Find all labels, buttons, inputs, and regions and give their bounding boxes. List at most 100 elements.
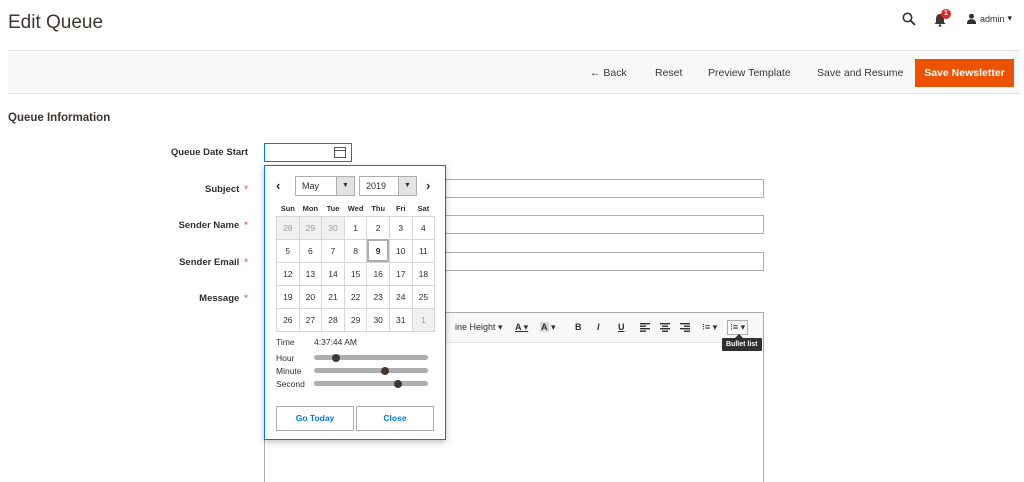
second-slider[interactable] (314, 379, 428, 388)
reset-button[interactable]: Reset (655, 51, 682, 95)
calendar-day[interactable]: 19 (276, 284, 300, 309)
calendar-day[interactable]: 30 (366, 307, 390, 332)
calendar-day[interactable]: 15 (343, 261, 368, 286)
weekday-header: Thu (371, 203, 386, 213)
weekday-header: Sat (417, 203, 430, 213)
save-and-resume-button[interactable]: Save and Resume (817, 51, 903, 95)
required-mark: * (244, 293, 248, 304)
calendar-day[interactable]: 13 (298, 261, 323, 286)
calendar-day[interactable]: 28 (276, 215, 300, 240)
calendar-grid: Sun Mon Tue Wed Thu Fri Sat 28 29 30 1 2… (276, 201, 436, 332)
calendar-day[interactable]: 21 (321, 284, 345, 309)
calendar-day[interactable]: 23 (366, 284, 390, 309)
hour-slider-handle[interactable] (332, 353, 341, 362)
next-month-icon[interactable]: › (426, 178, 430, 193)
calendar-day[interactable]: 4 (411, 215, 436, 240)
minute-slider-handle[interactable] (380, 366, 389, 375)
bullet-list-tooltip: Bullet list (722, 334, 762, 351)
align-left-icon[interactable] (640, 323, 650, 332)
minute-label: Minute (276, 366, 302, 376)
bold-button[interactable]: B (575, 322, 582, 332)
calendar-day[interactable]: 14 (321, 261, 345, 286)
calendar-day[interactable]: 1 (343, 215, 368, 240)
prev-month-icon[interactable]: ‹ (276, 178, 280, 193)
queue-date-start-label: Queue Date Start (170, 147, 248, 158)
italic-button[interactable]: I (597, 322, 600, 332)
sender-name-label: Sender Name * (178, 220, 248, 231)
weekday-header: Sun (280, 203, 295, 213)
go-today-button[interactable]: Go Today (276, 406, 354, 431)
page-title: Edit Queue (8, 12, 104, 33)
message-label: Message * (199, 293, 248, 304)
back-button[interactable]: ← Back (590, 51, 627, 95)
weekday-header: Tue (326, 203, 340, 213)
page-actions-bar: ← Back Reset Preview Template Save and R… (8, 50, 1020, 94)
underline-button[interactable]: U (618, 322, 625, 332)
calendar-day[interactable]: 25 (411, 284, 436, 309)
calendar-day[interactable]: 2 (366, 215, 390, 240)
required-mark: * (244, 184, 248, 195)
calendar-day[interactable]: 30 (321, 215, 345, 240)
hour-label: Hour (276, 353, 295, 363)
time-value: 4:37:44 AM (314, 337, 358, 347)
close-button[interactable]: Close (356, 406, 434, 431)
font-color-button[interactable]: A ▾ (515, 322, 528, 333)
calendar-icon[interactable] (334, 147, 346, 158)
month-select[interactable]: May ▼ (295, 176, 355, 196)
calendar-day[interactable]: 24 (388, 284, 413, 309)
subject-label: Subject * (204, 184, 248, 195)
calendar-day[interactable]: 18 (411, 261, 436, 286)
chevron-down-icon: ▾ (1007, 13, 1013, 23)
chevron-down-icon: ▼ (336, 177, 354, 195)
calendar-day[interactable]: 5 (276, 238, 300, 263)
datepicker-popup: ‹ May ▼ 2019 ▼ › Sun Mon Tue Wed Thu Fri… (264, 165, 446, 440)
calendar-day[interactable]: 1 (411, 307, 436, 332)
calendar-day[interactable]: 7 (321, 238, 345, 263)
calendar-day[interactable]: 10 (388, 238, 413, 263)
calendar-day[interactable]: 29 (343, 307, 368, 332)
calendar-day[interactable]: 17 (388, 261, 413, 286)
notification-badge: 1 (941, 9, 951, 19)
calendar-day[interactable]: 11 (411, 238, 436, 263)
calendar-day[interactable]: 3 (388, 215, 413, 240)
section-title: Queue Information (8, 112, 111, 124)
calendar-day-today[interactable]: 9 (366, 238, 390, 263)
bullet-list-icon[interactable]: ⁝≡ ▾ (727, 320, 749, 335)
background-color-button[interactable]: A ▾ (540, 322, 556, 333)
second-label: Second (276, 379, 305, 389)
calendar-day[interactable]: 22 (343, 284, 368, 309)
time-label: Time (276, 337, 295, 347)
calendar-day[interactable]: 26 (276, 307, 300, 332)
user-icon (966, 13, 977, 24)
required-mark: * (244, 220, 248, 231)
weekday-header: Fri (395, 203, 406, 213)
align-right-icon[interactable] (680, 323, 690, 332)
calendar-day[interactable]: 16 (366, 261, 390, 286)
calendar-day[interactable]: 28 (321, 307, 345, 332)
weekday-header: Mon (302, 203, 319, 213)
weekday-header: Wed (347, 203, 364, 213)
second-slider-handle[interactable] (393, 379, 402, 388)
sender-email-label: Sender Email * (179, 257, 248, 268)
hour-slider[interactable] (314, 353, 428, 362)
numbered-list-icon[interactable]: ⁝≡ ▾ (702, 322, 717, 333)
save-newsletter-button[interactable]: Save Newsletter (915, 59, 1014, 87)
preview-template-button[interactable]: Preview Template (708, 51, 791, 95)
calendar-day[interactable]: 31 (388, 307, 413, 332)
calendar-day[interactable]: 6 (298, 238, 323, 263)
line-height-dropdown[interactable]: ine Height ▾ (455, 322, 503, 333)
minute-slider[interactable] (314, 366, 428, 375)
user-name: admin (980, 13, 1005, 24)
year-select[interactable]: 2019 ▼ (359, 176, 417, 196)
calendar-day[interactable]: 27 (298, 307, 323, 332)
user-menu[interactable]: admin ▾ (966, 13, 1012, 24)
calendar-day[interactable]: 12 (276, 261, 300, 286)
required-mark: * (244, 257, 248, 268)
align-center-icon[interactable] (660, 323, 670, 332)
search-icon[interactable] (902, 12, 916, 26)
chevron-down-icon: ▼ (398, 177, 416, 195)
calendar-day[interactable]: 8 (343, 238, 368, 263)
queue-date-start-input[interactable] (264, 143, 352, 162)
calendar-day[interactable]: 29 (298, 215, 323, 240)
calendar-day[interactable]: 20 (298, 284, 323, 309)
